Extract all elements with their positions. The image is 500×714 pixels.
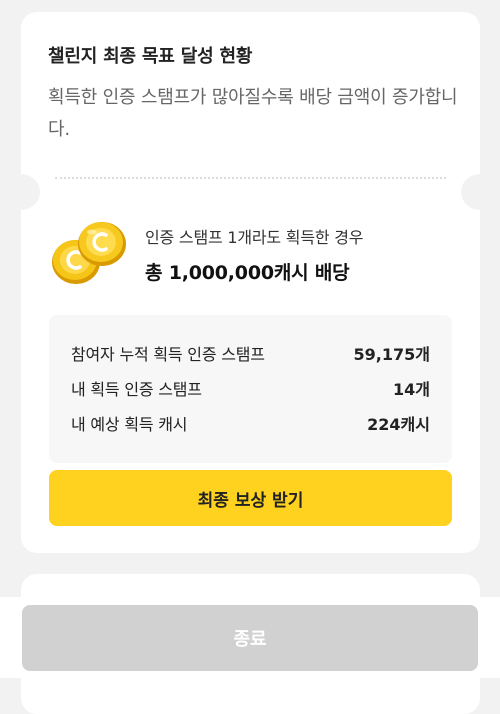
challenge-status-card: 챌린지 최종 목표 달성 현황 획득한 인증 스탬프가 많아질수록 배당 금액이… xyxy=(2,12,499,553)
stat-row-expected-cash: 내 예상 획득 캐시 224캐시 xyxy=(71,411,430,434)
close-button[interactable]: 종료 xyxy=(22,605,478,671)
claim-final-reward-button[interactable]: 최종 보상 받기 xyxy=(49,470,452,526)
ticket-notch-left xyxy=(2,174,40,210)
stat-label: 내 획득 인증 스탬프 xyxy=(71,380,202,399)
stat-value: 59,175개 xyxy=(353,345,430,364)
dotted-divider xyxy=(55,177,446,179)
ticket-notch-right xyxy=(461,174,499,210)
bottom-bar: 종료 xyxy=(0,597,500,678)
reward-caption: 인증 스탬프 1개라도 획득한 경우 xyxy=(145,228,364,247)
card-title: 챌린지 최종 목표 달성 현황 xyxy=(48,46,253,67)
card-description: 획득한 인증 스탬프가 많아질수록 배당 금액이 증가합니다. xyxy=(48,87,458,140)
stat-row-total-stamps: 참여자 누적 획득 인증 스탬프 59,175개 xyxy=(71,341,430,364)
coin-icon xyxy=(49,212,129,292)
stats-panel: 참여자 누적 획득 인증 스탬프 59,175개 내 획득 인증 스탬프 14개… xyxy=(49,315,452,463)
stat-label: 내 예상 획득 캐시 xyxy=(71,415,188,434)
stat-label: 참여자 누적 획득 인증 스탬프 xyxy=(71,345,265,364)
reward-amount: 총 1,000,000캐시 배당 xyxy=(145,262,350,284)
stat-row-my-stamps: 내 획득 인증 스탬프 14개 xyxy=(71,376,430,399)
stat-value: 224캐시 xyxy=(367,415,430,434)
stat-value: 14개 xyxy=(393,380,430,399)
